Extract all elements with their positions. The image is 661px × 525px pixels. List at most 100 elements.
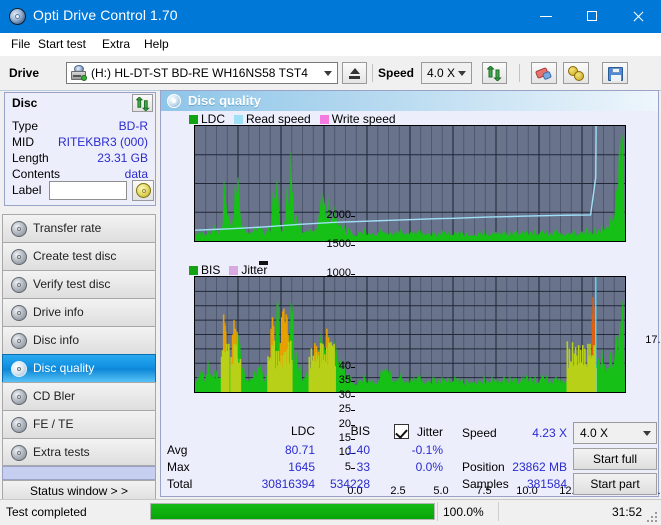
eraser-icon [534, 67, 553, 81]
sidebar-item-label: Transfer rate [33, 221, 102, 235]
speed-label: Speed [378, 66, 415, 80]
disc-row-value: 23.31 GB [97, 151, 148, 165]
disc-label-label: Label [12, 183, 42, 197]
close-icon [632, 11, 644, 23]
status-message: Test completed [6, 505, 87, 519]
drive-select[interactable]: (H:) HL-DT-ST BD-RE WH16NS58 TST4 [66, 62, 338, 84]
disc-row-key: Type [12, 119, 39, 133]
stats-max-bis: 33 [356, 460, 370, 474]
disc-row-value: data [124, 167, 148, 181]
maximize-button[interactable] [569, 0, 615, 33]
stats-row-max: Max [167, 460, 190, 474]
y-tick [351, 381, 355, 383]
app-window: Opti Drive Control 1.70 File Start test … [0, 0, 661, 525]
test-speed-select[interactable]: 4.0 X [573, 422, 657, 444]
chevron-down-icon [643, 431, 651, 436]
sidebar-item-cd-bler[interactable]: CD Bler [2, 382, 156, 410]
start-full-button[interactable]: Start full [573, 448, 657, 470]
legend-swatch-ldc [189, 115, 198, 124]
disc-row-value: RITEKBR3 (000) [57, 135, 148, 149]
disc-icon [11, 417, 27, 433]
read-speed-line [195, 126, 597, 231]
close-button[interactable] [615, 0, 661, 33]
chart2-legend: BIS Jitter [189, 263, 276, 277]
drive-select-value: (H:) HL-DT-ST BD-RE WH16NS58 TST4 [91, 66, 308, 80]
erase-button[interactable] [531, 62, 557, 84]
sidebar-item-transfer-rate[interactable]: Transfer rate [2, 214, 156, 242]
progress-bar-fill [151, 504, 434, 519]
disc-icon [11, 333, 27, 349]
sidebar-item-label: Disc info [33, 333, 80, 347]
sidebar-item-disc-quality[interactable]: Disc quality [2, 354, 156, 382]
disc-refresh-button[interactable] [132, 94, 153, 112]
chart2-marker [259, 261, 268, 265]
disc-row-mid: MID RITEKBR3 (000) [5, 135, 155, 151]
legend-swatch-bis [189, 266, 198, 275]
status-window-label: Status window > > [29, 484, 129, 498]
y-tick-label: 2000 [326, 209, 351, 221]
drive-label: Drive [9, 66, 40, 80]
disc-info-body: Type BD-R MID RITEKBR3 (000) Length 23.3… [4, 113, 156, 206]
refresh-button[interactable] [482, 62, 507, 84]
disc-label-button[interactable] [132, 180, 154, 201]
menu-start-test[interactable]: Start test [36, 37, 88, 53]
tools-button[interactable] [563, 62, 589, 84]
sidebar-item-label: Verify test disc [33, 277, 111, 291]
progress-percent: 100.0% [443, 505, 484, 519]
maximize-icon [587, 11, 597, 21]
sidebar-item-drive-info[interactable]: Drive info [2, 298, 156, 326]
sidebar-item-label: Extra tests [33, 445, 90, 459]
disc-quality-icon [167, 94, 181, 108]
sidebar-item-disc-info[interactable]: Disc info [2, 326, 156, 354]
start-part-button[interactable]: Start part [573, 473, 657, 495]
disc-icon [11, 305, 27, 321]
speed-select[interactable]: 4.0 X [421, 62, 472, 84]
disc-icon [11, 277, 27, 293]
legend-label-read-speed: Read speed [246, 112, 311, 126]
disc-row-length: Length 23.31 GB [5, 151, 155, 167]
speed-select-value: 4.0 X [427, 66, 456, 80]
stats-col-ldc: LDC [290, 424, 315, 438]
chart-canvas [195, 277, 625, 392]
eject-icon [350, 68, 360, 74]
disc-panel-header: Disc [4, 92, 156, 114]
disc-row-value: BD-R [118, 119, 148, 133]
refresh-icon [136, 97, 150, 111]
sidebar-item-create-test-disc[interactable]: Create test disc [2, 242, 156, 270]
minimize-button[interactable] [523, 0, 569, 33]
x-tick-label: 17.5 [645, 334, 661, 346]
legend-swatch-read-speed [234, 115, 244, 124]
legend-label-write-speed: Write speed [331, 112, 396, 126]
resize-grip[interactable] [647, 512, 658, 523]
sidebar-item-label: Disc quality [33, 361, 95, 375]
y-tick [351, 273, 355, 275]
gear-icon [568, 66, 585, 82]
content-panel: Disc quality LDC Read speed Write speed 20… [160, 90, 661, 497]
stats-total-bis: 534228 [329, 477, 370, 491]
menu-help[interactable]: Help [142, 37, 171, 53]
samples-stat-value: 381584 [526, 477, 567, 491]
menu-extra[interactable]: Extra [100, 37, 132, 53]
menu-file[interactable]: File [9, 37, 32, 53]
chart-bis-jitter[interactable] [194, 276, 626, 393]
save-button[interactable] [602, 62, 628, 84]
y-tick [351, 244, 355, 246]
y-tick-label: 40 [338, 360, 351, 372]
sidebar-item-extra-tests[interactable]: Extra tests [2, 438, 156, 466]
eject-button[interactable] [342, 62, 367, 84]
legend-label-bis: BIS [201, 263, 221, 277]
chart-ldc-readspeed[interactable] [194, 125, 626, 242]
stats-row-total: Total [167, 477, 193, 491]
y-tick-label: 1500 [326, 237, 351, 250]
minimize-icon [540, 16, 552, 17]
sidebar-item-fe-te[interactable]: FE / TE [2, 410, 156, 438]
stats-jitter-avg: -0.1% [411, 443, 443, 457]
sidebar-item-label: CD Bler [33, 389, 76, 403]
chevron-down-icon [324, 71, 332, 76]
jitter-checkbox[interactable] [394, 424, 409, 439]
disc-label-input[interactable] [49, 181, 127, 200]
window-title: Opti Drive Control 1.70 [33, 7, 178, 23]
sidebar-item-verify-test-disc[interactable]: Verify test disc [2, 270, 156, 298]
stats-avg-bis: 1.40 [346, 443, 370, 457]
page-title: Disc quality [188, 93, 261, 108]
